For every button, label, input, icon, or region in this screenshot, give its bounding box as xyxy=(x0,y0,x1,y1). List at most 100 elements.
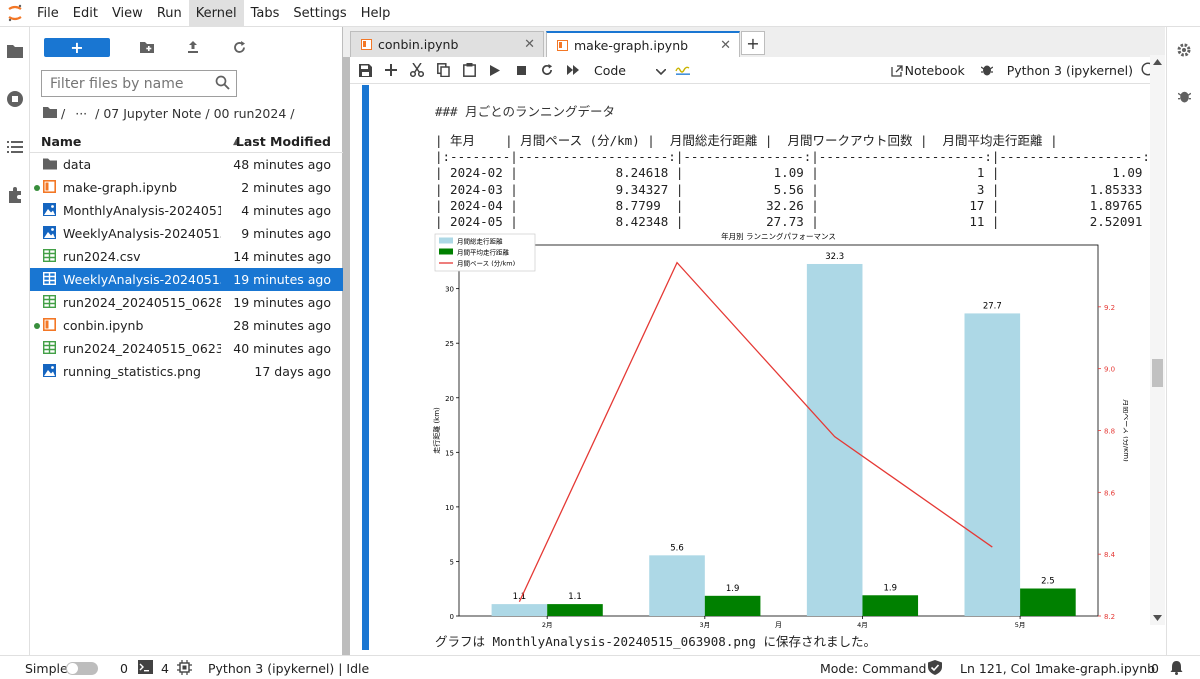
menu-run[interactable]: Run xyxy=(150,0,189,27)
copy-icon[interactable] xyxy=(430,57,456,83)
table-line: | 2024-03 | 9.34327 | 5.56 | 3 | 1.85333… xyxy=(435,181,1158,197)
menu-bar: File Edit View Run Kernel Tabs Settings Help xyxy=(0,0,1200,27)
bar-label: 5.6 xyxy=(670,543,684,553)
chart-title: 年月別 ランニングパフォーマンス xyxy=(721,231,836,241)
restart-kernel-icon[interactable] xyxy=(534,57,560,83)
file-name: make-graph.ipynb xyxy=(63,180,178,195)
bar-label: 1.1 xyxy=(568,592,582,602)
file-row[interactable]: run2024.csv 14 minutes ago xyxy=(30,245,343,268)
new-folder-icon[interactable] xyxy=(124,35,170,59)
close-icon[interactable]: ✕ xyxy=(524,37,535,52)
running-indicator xyxy=(34,185,40,191)
cell-type-select[interactable]: Code xyxy=(594,63,667,78)
menu-tabs[interactable]: Tabs xyxy=(244,0,287,27)
upload-icon[interactable] xyxy=(170,35,216,59)
file-row[interactable]: run2024_20240515_062834... 19 minutes ago xyxy=(30,291,343,314)
insert-cell-icon[interactable] xyxy=(378,57,404,83)
image-file-icon xyxy=(43,364,57,378)
menu-help[interactable]: Help xyxy=(354,0,398,27)
simple-mode-toggle[interactable] xyxy=(66,662,98,675)
scroll-up-icon[interactable] xyxy=(1153,59,1162,65)
file-modified: 4 minutes ago xyxy=(241,203,331,218)
file-modified: 48 minutes ago xyxy=(233,157,331,172)
active-cell-indicator[interactable] xyxy=(362,85,369,650)
debugger-icon[interactable] xyxy=(980,63,994,79)
running-indicator xyxy=(34,323,40,329)
file-name: run2024.csv xyxy=(63,249,141,264)
extensions-puzzle-icon[interactable] xyxy=(0,171,30,219)
kernel-name[interactable]: Python 3 (ipykernel) xyxy=(1007,63,1133,78)
file-row[interactable]: data 48 minutes ago xyxy=(30,153,343,176)
kernel-status[interactable]: Python 3 (ipykernel) | Idle xyxy=(208,661,369,676)
run-icon[interactable] xyxy=(482,57,508,83)
breadcrumb-ellipsis[interactable]: ··· xyxy=(75,106,87,121)
column-modified-header[interactable]: Last Modified xyxy=(236,134,331,149)
y-tick-label: 0 xyxy=(450,613,454,621)
notebook-icon xyxy=(557,40,568,51)
right-sidebar xyxy=(1166,27,1200,655)
menu-kernel[interactable]: Kernel xyxy=(188,0,244,27)
new-launcher-button[interactable]: + xyxy=(44,37,110,57)
file-row[interactable]: WeeklyAnalysis-20240515_... 19 minutes ag… xyxy=(30,268,343,291)
file-list: data 48 minutes ago make-graph.ipynb 2 minu… xyxy=(30,153,343,383)
file-row[interactable]: conbin.ipynb 28 minutes ago xyxy=(30,314,343,337)
notification-bell-icon[interactable] xyxy=(1170,660,1183,678)
debugger-bug-icon[interactable] xyxy=(1167,73,1200,119)
file-modified: 2 minutes ago xyxy=(241,180,331,195)
bar-label: 1.9 xyxy=(883,583,897,593)
table-of-contents-icon[interactable] xyxy=(0,123,30,171)
open-in-notebook-button[interactable]: Notebook xyxy=(891,63,965,78)
notebook-scrollbar[interactable] xyxy=(1150,55,1165,625)
restart-run-all-icon[interactable] xyxy=(560,57,586,83)
menu-edit[interactable]: Edit xyxy=(66,0,105,27)
paste-icon[interactable] xyxy=(456,57,482,83)
bar-label: 32.3 xyxy=(825,252,844,262)
breadcrumb-path[interactable]: / 07 Jupyter Note / 00 run2024 / xyxy=(95,106,294,121)
y-tick-label: 10 xyxy=(445,504,454,512)
column-name-header[interactable]: Name xyxy=(41,134,81,149)
variable-inspector-icon[interactable] xyxy=(670,57,696,83)
scroll-down-icon[interactable] xyxy=(1153,615,1162,621)
close-icon[interactable]: ✕ xyxy=(720,38,731,53)
main-area: conbin.ipynb ✕ make-graph.ipynb ✕ + Code… xyxy=(343,27,1165,655)
terminal-count[interactable]: 0 xyxy=(120,661,128,676)
running-sessions-icon[interactable] xyxy=(0,75,30,123)
tab-label: conbin.ipynb xyxy=(378,37,459,52)
stop-icon[interactable] xyxy=(508,57,534,83)
file-name: run2024_20240515_062834... xyxy=(63,295,221,310)
y2-axis-label: 月間ペース (分/km) xyxy=(1122,399,1128,462)
file-row[interactable]: MonthlyAnalysis-20240515... 4 minutes ago xyxy=(30,199,343,222)
file-row[interactable]: run2024_20240515_062353... 40 minutes ago xyxy=(30,337,343,360)
tab-conbin[interactable]: conbin.ipynb ✕ xyxy=(350,31,544,57)
kernel-count[interactable]: 4 xyxy=(161,661,169,676)
new-tab-button[interactable]: + xyxy=(741,31,765,55)
file-filter-input[interactable] xyxy=(50,75,210,92)
legend-swatch xyxy=(439,237,453,244)
spreadsheet-icon xyxy=(42,248,57,263)
table-line: | 2024-02 | 8.24618 | 1.09 | 1 | 1.09 | xyxy=(435,165,1158,181)
menu-view[interactable]: View xyxy=(105,0,150,27)
search-icon xyxy=(215,75,230,94)
refresh-icon[interactable] xyxy=(216,35,262,59)
cursor-position[interactable]: Ln 121, Col 1 xyxy=(960,661,1042,676)
tab-make-graph[interactable]: make-graph.ipynb ✕ xyxy=(546,31,740,58)
menu-file[interactable]: File xyxy=(30,0,66,27)
notification-count[interactable]: 0 xyxy=(1151,661,1159,676)
current-filename: make-graph.ipynb xyxy=(1041,661,1156,676)
save-icon[interactable] xyxy=(352,57,378,83)
file-row[interactable]: running_statistics.png 17 days ago xyxy=(30,360,343,383)
menu-settings[interactable]: Settings xyxy=(286,0,353,27)
property-inspector-gear-icon[interactable] xyxy=(1167,27,1200,73)
spreadsheet-icon xyxy=(42,271,57,286)
folder-icon[interactable] xyxy=(0,27,30,75)
file-row[interactable]: WeeklyAnalysis-20240515_... 9 minutes ago xyxy=(30,222,343,245)
folder-icon[interactable] xyxy=(43,106,57,121)
file-name: run2024_20240515_062353... xyxy=(63,341,221,356)
bar xyxy=(491,604,548,616)
file-modified: 19 minutes ago xyxy=(233,295,331,310)
bar xyxy=(547,604,603,616)
file-row[interactable]: make-graph.ipynb 2 minutes ago xyxy=(30,176,343,199)
scroll-thumb[interactable] xyxy=(1152,359,1163,387)
breadcrumb-root[interactable]: / xyxy=(61,106,65,121)
cut-icon[interactable] xyxy=(404,57,430,83)
